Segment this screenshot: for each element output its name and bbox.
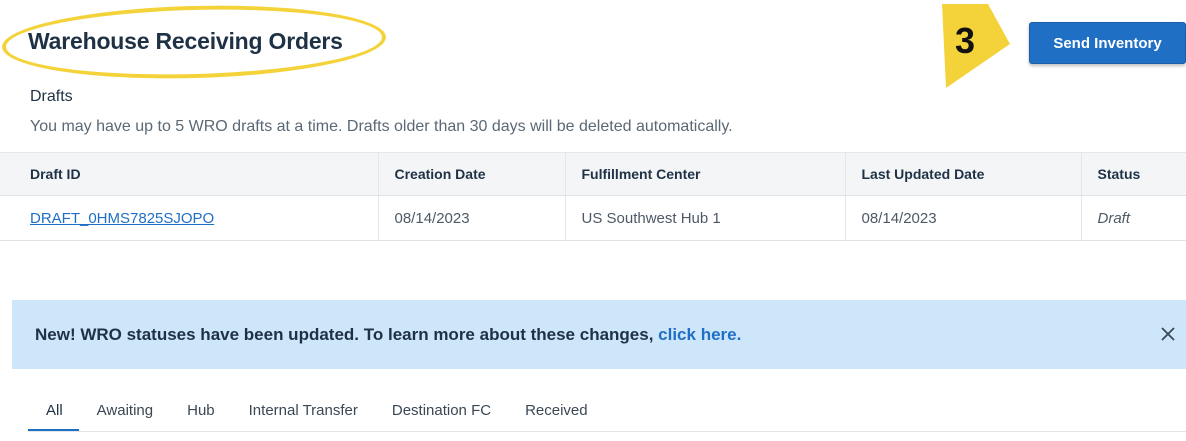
page-title: Warehouse Receiving Orders	[28, 28, 343, 54]
banner-message: New! WRO statuses have been updated. To …	[35, 325, 741, 345]
drafts-note: You may have up to 5 WRO drafts at a tim…	[30, 118, 733, 135]
tab-awaiting[interactable]: Awaiting	[97, 396, 153, 432]
fulfillment-center-cell: US Southwest Hub 1	[564, 195, 845, 241]
status-cell: Draft	[1080, 195, 1186, 241]
column-header-fulfillment-center[interactable]: Fulfillment Center	[564, 152, 845, 196]
drafts-table: Draft ID Creation Date Fulfillment Cente…	[0, 152, 1186, 241]
send-inventory-button[interactable]: Send Inventory	[1029, 22, 1186, 64]
last-updated-cell: 08/14/2023	[844, 195, 1081, 241]
banner-text: New! WRO statuses have been updated. To …	[35, 324, 659, 344]
column-header-status[interactable]: Status	[1080, 152, 1186, 196]
close-icon[interactable]	[1156, 322, 1180, 346]
column-header-last-updated[interactable]: Last Updated Date	[844, 152, 1081, 196]
drafts-heading: Drafts	[30, 88, 73, 105]
tab-all[interactable]: All	[28, 396, 79, 432]
draft-id-link[interactable]: DRAFT_0HMS7825SJOPO	[30, 210, 214, 227]
column-header-creation-date[interactable]: Creation Date	[377, 152, 565, 196]
status-tabs: All Awaiting Hub Internal Transfer Desti…	[28, 396, 622, 432]
announcement-banner: New! WRO statuses have been updated. To …	[12, 300, 1186, 369]
tab-received[interactable]: Received	[525, 396, 588, 432]
tab-destination-fc[interactable]: Destination FC	[392, 396, 491, 432]
draft-id-cell: DRAFT_0HMS7825SJOPO	[0, 195, 378, 241]
tabs-divider	[28, 431, 1186, 432]
table-header-row: Draft ID Creation Date Fulfillment Cente…	[0, 152, 1186, 196]
title-highlight: Warehouse Receiving Orders	[0, 0, 392, 84]
table-row: DRAFT_0HMS7825SJOPO 08/14/2023 US Southw…	[0, 195, 1186, 241]
tab-hub[interactable]: Hub	[187, 396, 215, 432]
step-arrow-icon: 3	[940, 0, 1012, 90]
creation-date-cell: 08/14/2023	[377, 195, 565, 241]
tab-internal-transfer[interactable]: Internal Transfer	[249, 396, 358, 432]
column-header-draft-id[interactable]: Draft ID	[0, 152, 378, 196]
step-number: 3	[954, 20, 976, 61]
banner-link[interactable]: click here.	[658, 325, 741, 344]
